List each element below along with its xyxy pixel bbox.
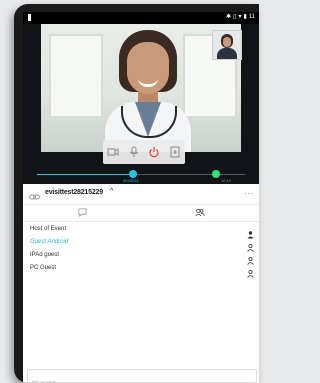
current-time: 00:03:01 bbox=[123, 178, 139, 183]
timeline-end-marker[interactable] bbox=[212, 170, 220, 178]
tab-people[interactable] bbox=[141, 204, 259, 221]
link-icon bbox=[29, 189, 40, 200]
share-icon[interactable] bbox=[168, 145, 182, 159]
participant-name: PC Guest bbox=[30, 265, 57, 271]
power-icon[interactable] bbox=[147, 145, 161, 159]
participant-name: Host of Event bbox=[30, 226, 67, 232]
status-time: 11 bbox=[248, 13, 255, 20]
battery-icon: ▮ bbox=[243, 14, 247, 20]
participant-name: Guest Android bbox=[30, 239, 69, 245]
timeline-scrubber[interactable] bbox=[128, 170, 137, 178]
filter-input[interactable] bbox=[28, 376, 256, 383]
video-area[interactable]: 00:03:01 10:10 bbox=[23, 24, 259, 184]
call-controls bbox=[103, 140, 185, 164]
chat-icon bbox=[77, 204, 87, 222]
participant-name: IPAd guest bbox=[30, 252, 59, 258]
timeline-progress bbox=[37, 174, 133, 175]
person-icon bbox=[247, 265, 254, 278]
app-screen: ✱ ▯ ▾ ▮ 11 00:03:01 10:10 evisittest2821… bbox=[23, 12, 259, 383]
wifi-icon: ▾ bbox=[238, 14, 242, 20]
room-name[interactable]: evisittest28215229 bbox=[45, 189, 103, 196]
self-view-thumbnail[interactable] bbox=[212, 30, 242, 60]
room-header: evisittest28215229 ^ ... bbox=[23, 184, 259, 205]
remote-video-feed bbox=[41, 24, 241, 152]
person-icon bbox=[247, 252, 254, 265]
doctor-portrait bbox=[105, 30, 191, 152]
participant-row[interactable]: Guest Android bbox=[23, 237, 259, 252]
status-icons: ✱ ▯ ▾ ▮ 11 bbox=[226, 13, 255, 21]
microphone-icon[interactable] bbox=[127, 145, 141, 159]
people-icon bbox=[195, 204, 205, 222]
bluetooth-icon: ✱ bbox=[226, 14, 232, 20]
background-window bbox=[49, 34, 103, 118]
total-time: 10:10 bbox=[221, 178, 232, 183]
notification-icon bbox=[28, 14, 31, 21]
participant-row[interactable]: PC Guest bbox=[23, 263, 259, 278]
camera-icon[interactable] bbox=[106, 145, 120, 159]
participant-row[interactable]: Host of Event bbox=[23, 224, 259, 239]
vibrate-icon: ▯ bbox=[233, 14, 237, 20]
host-person-icon bbox=[247, 226, 254, 239]
playback-timeline[interactable]: 00:03:01 10:10 bbox=[23, 164, 259, 184]
filter-field bbox=[27, 369, 257, 383]
tablet-frame: ✱ ▯ ▾ ▮ 11 00:03:01 10:10 evisittest2821… bbox=[14, 4, 259, 383]
person-icon bbox=[247, 239, 254, 252]
more-options-icon[interactable]: ... bbox=[244, 187, 254, 196]
tab-chat[interactable] bbox=[23, 204, 141, 221]
status-bar: ✱ ▯ ▾ ▮ 11 bbox=[23, 12, 259, 24]
participant-list: Host of Event Guest Android IPAd guest P… bbox=[23, 224, 259, 278]
chevron-up-icon[interactable]: ^ bbox=[110, 188, 113, 195]
participant-row[interactable]: IPAd guest bbox=[23, 250, 259, 265]
panel-tabs bbox=[23, 204, 259, 222]
